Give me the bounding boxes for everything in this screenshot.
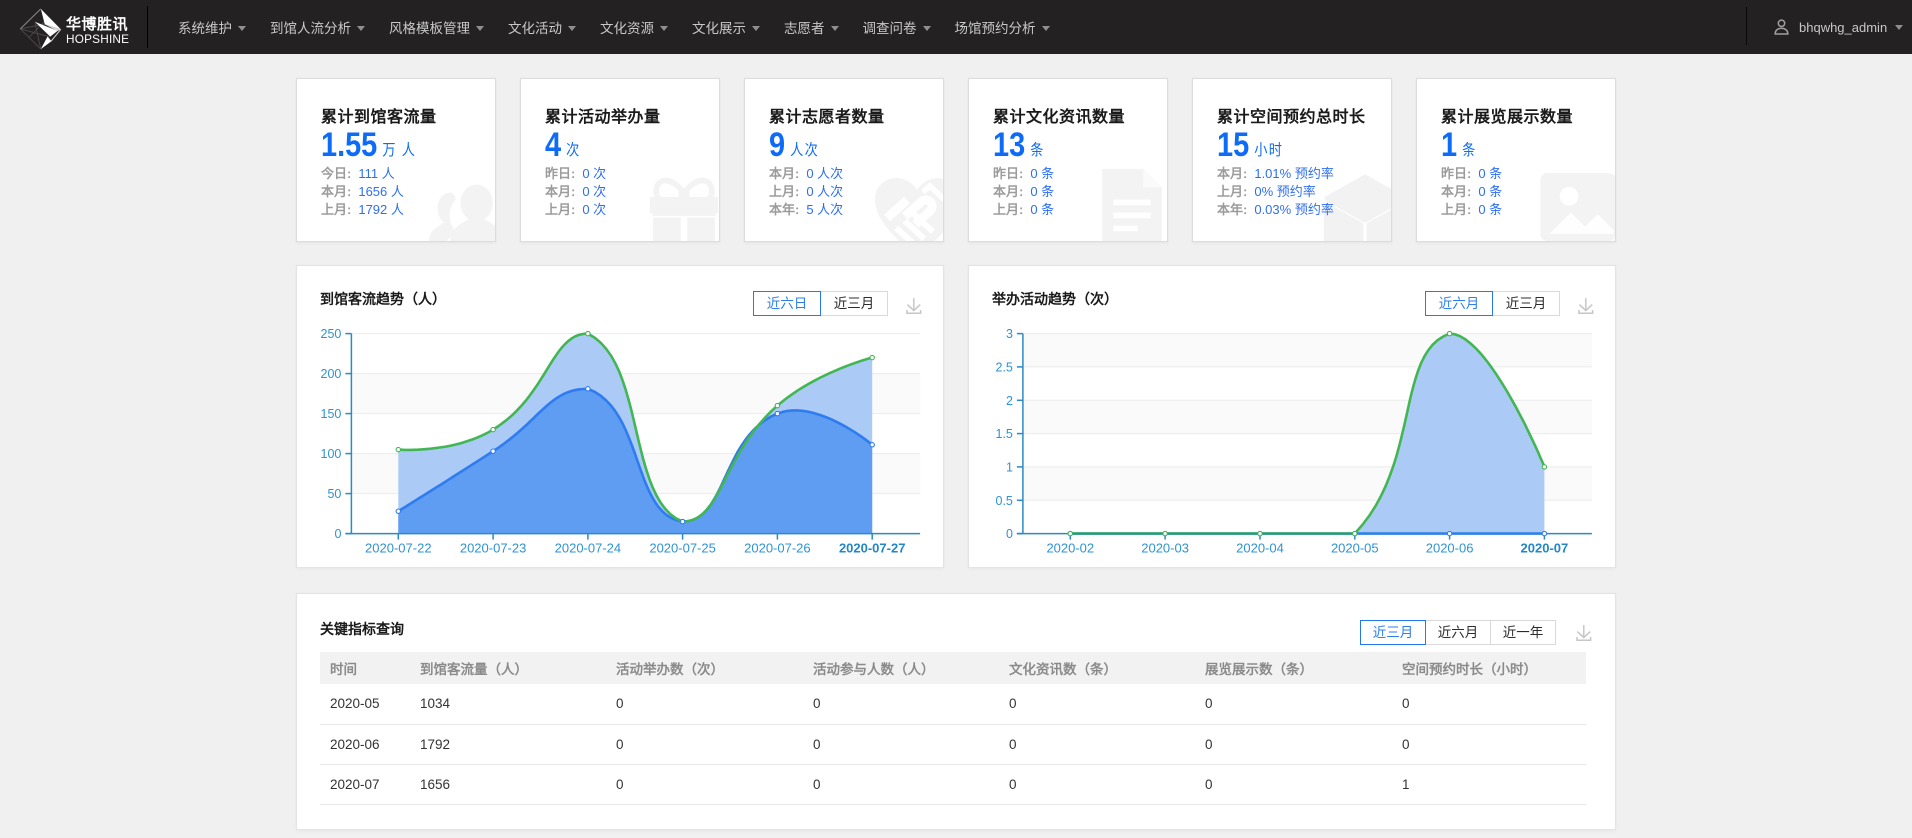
svg-text:50: 50	[327, 487, 341, 501]
svg-text:3: 3	[1006, 327, 1013, 341]
svg-text:1.5: 1.5	[996, 427, 1013, 441]
svg-text:2020-07-23: 2020-07-23	[460, 541, 526, 556]
svg-text:2020-07-22: 2020-07-22	[365, 541, 432, 556]
svg-text:250: 250	[321, 327, 342, 341]
svg-text:100: 100	[321, 447, 342, 461]
svg-text:2020-05: 2020-05	[1331, 541, 1379, 556]
svg-text:2020-04: 2020-04	[1236, 541, 1284, 556]
svg-text:2020-03: 2020-03	[1141, 541, 1189, 556]
svg-text:2.5: 2.5	[996, 360, 1013, 374]
svg-text:2: 2	[1006, 394, 1013, 408]
svg-text:2020-07-26: 2020-07-26	[744, 541, 811, 556]
svg-text:0.5: 0.5	[996, 494, 1013, 508]
svg-text:2020-06: 2020-06	[1426, 541, 1474, 556]
svg-text:2020-07-24: 2020-07-24	[555, 541, 622, 556]
svg-text:2020-07: 2020-07	[1521, 541, 1569, 556]
svg-text:2020-07-25: 2020-07-25	[649, 541, 716, 556]
svg-text:0: 0	[334, 527, 341, 541]
svg-text:150: 150	[321, 407, 342, 421]
svg-text:0: 0	[1006, 527, 1013, 541]
svg-text:2020-07-27: 2020-07-27	[839, 541, 906, 556]
svg-text:2020-02: 2020-02	[1046, 541, 1094, 556]
svg-text:200: 200	[321, 367, 342, 381]
svg-text:1: 1	[1006, 460, 1013, 474]
